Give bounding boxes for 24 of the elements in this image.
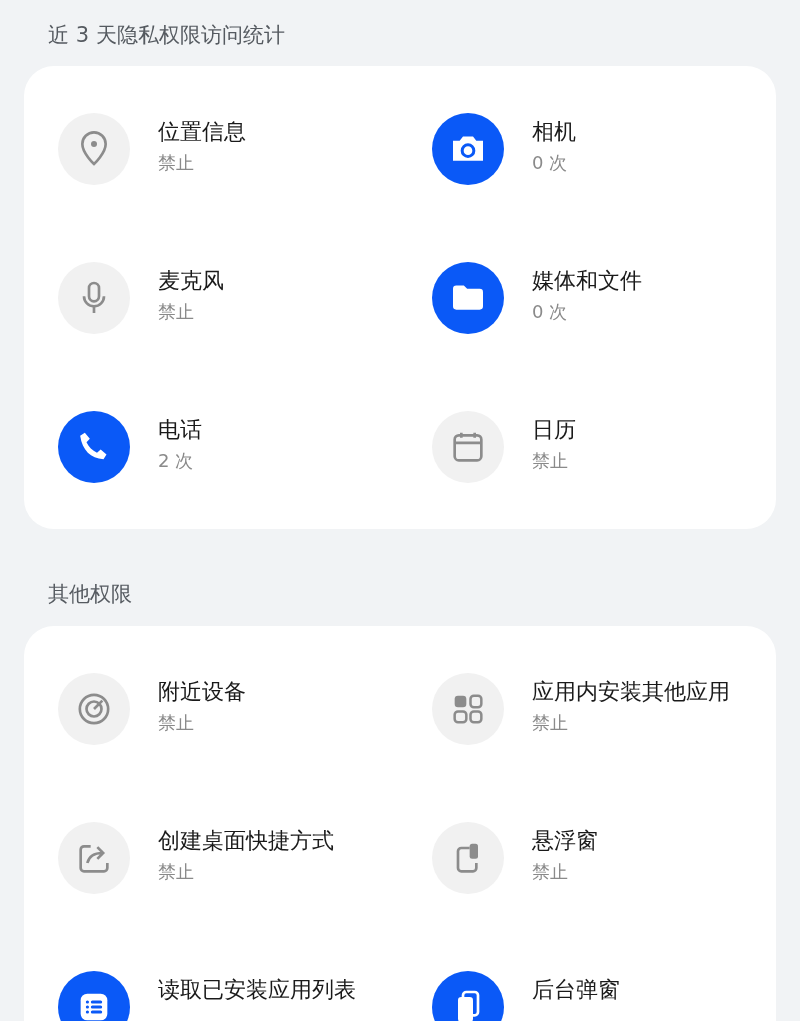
permission-name: 创建桌面快捷方式	[158, 827, 334, 855]
permission-name: 附近设备	[158, 678, 246, 706]
section-header: 近 3 天隐私权限访问统计	[47, 22, 286, 49]
permission-name: 悬浮窗	[532, 827, 598, 855]
permission-name: 位置信息	[158, 117, 246, 146]
permission-status: 禁止	[158, 299, 195, 324]
permission-status: 禁止	[532, 448, 569, 473]
permission-status: 0 次	[532, 299, 569, 324]
permission-name: 麦克风	[158, 266, 224, 295]
permission-name: 媒体和文件	[532, 266, 642, 295]
permission-status: 禁止	[158, 860, 195, 884]
permission-name: 相机	[532, 117, 576, 146]
permission-status: 禁止	[158, 711, 195, 735]
permission-name: 后台弹窗	[532, 976, 620, 1004]
permission-status: 0 次	[532, 150, 569, 175]
permission-name: 读取已安装应用列表	[158, 976, 356, 1004]
permission-name: 日历	[532, 415, 576, 444]
permission-status: 禁止	[532, 711, 569, 735]
permission-status: 禁止	[158, 150, 195, 175]
section-header: 其他权限	[47, 580, 133, 608]
permission-name: 应用内安装其他应用	[532, 678, 730, 706]
permission-status: 禁止	[532, 860, 569, 884]
permission-status: 2 次	[158, 448, 195, 473]
permission-name: 电话	[158, 415, 202, 444]
